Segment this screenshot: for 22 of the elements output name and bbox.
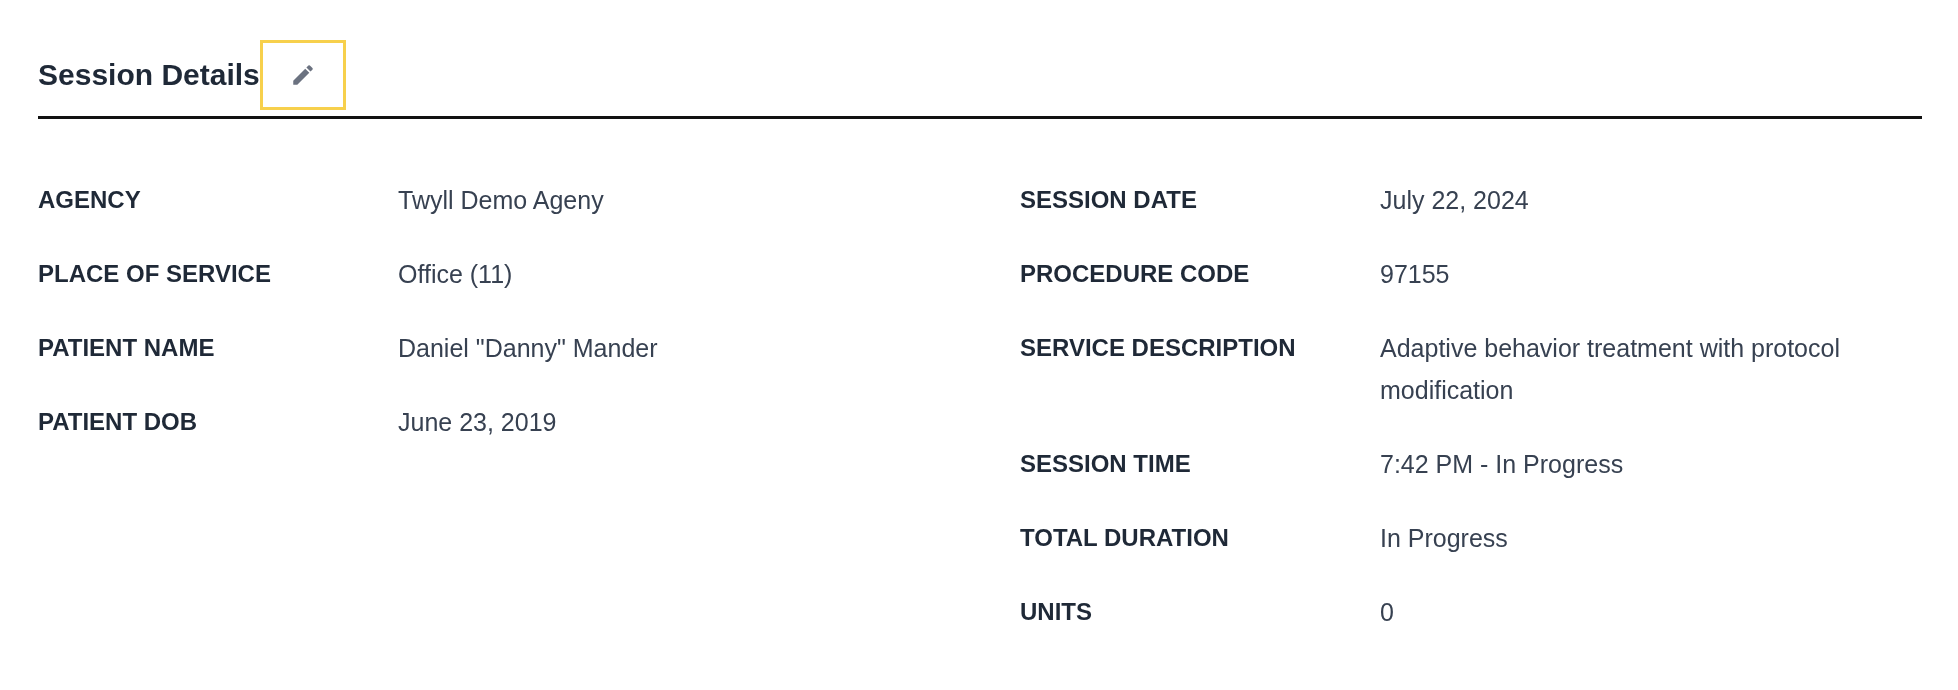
field-value: 7:42 PM - In Progress [1380,449,1625,480]
field-label: TOTAL DURATION [1020,523,1230,553]
field-label: SESSION TIME [1020,449,1192,479]
field-value: Daniel "Danny" Mander [398,333,659,364]
field-value: 97155 [1380,259,1451,290]
field-value: Twyll Demo Ageny [398,185,605,216]
field-label: UNITS [1020,597,1093,627]
field-label: PLACE OF SERVICE [38,259,272,289]
field-value: Adaptive behavior treatment with protocol modification [1380,333,1840,406]
field-label: AGENCY [38,185,142,215]
field-value: In Progress [1380,523,1509,554]
field-label: PATIENT NAME [38,333,216,363]
section-title: Session Details [38,58,260,92]
field-value: July 22, 2024 [1380,185,1530,216]
field-value: 0 [1380,597,1395,628]
field-value: June 23, 2019 [398,407,558,438]
field-label: PROCEDURE CODE [1020,259,1251,289]
edit-button[interactable] [259,40,346,110]
field-label: SERVICE DESCRIPTION [1020,333,1297,363]
field-value: Office (11) [398,259,514,290]
field-label: SESSION DATE [1020,185,1198,215]
field-label: PATIENT DOB [38,407,199,437]
